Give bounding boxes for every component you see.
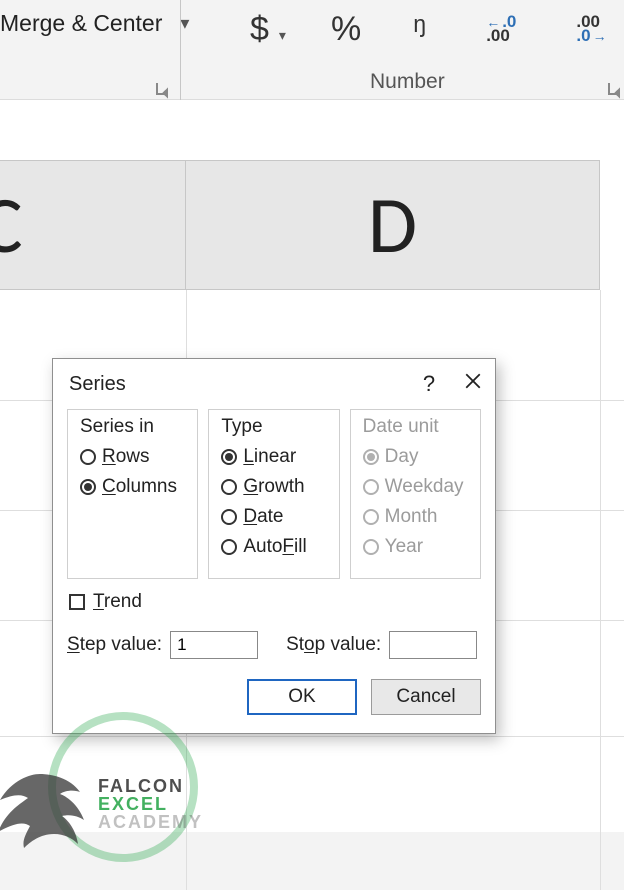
radio-growth[interactable]: Growth — [221, 476, 326, 498]
radio-icon — [221, 479, 237, 495]
radio-month: Month — [363, 506, 468, 528]
accounting-format-button[interactable]: $▾ — [250, 10, 286, 49]
dialog-title: Series — [69, 373, 407, 396]
radio-label: ows — [116, 446, 150, 467]
stop-value-input[interactable] — [389, 631, 477, 659]
radio-icon — [363, 479, 379, 495]
number-group: $▾ % ᵑ ←.0 .00 .00 .0→ — [180, 4, 624, 54]
step-value-label: Step value: — [67, 634, 162, 656]
radio-label: Day — [385, 446, 419, 468]
close-icon[interactable] — [451, 372, 495, 396]
wm-line1: FALCON — [98, 777, 203, 795]
radio-label: Year — [385, 536, 423, 558]
wm-line3: ACADEMY — [98, 813, 203, 831]
watermark: FALCON EXCEL ACADEMY — [0, 754, 203, 854]
stop-value-label: Stop value: — [286, 634, 381, 656]
radio-icon — [221, 539, 237, 555]
percent-style-button[interactable]: % — [331, 10, 361, 49]
radio-columns[interactable]: Columns — [80, 476, 185, 498]
decrease-decimal-button[interactable]: .00 .0→ — [576, 15, 606, 43]
dialog-titlebar: Series ? — [53, 359, 495, 409]
ribbon: Merge & Center ▾ $▾ % ᵑ ←.0 .00 .00 .0→ … — [0, 0, 624, 100]
radio-rows[interactable]: Rows — [80, 446, 185, 468]
group-legend: Date unit — [363, 416, 439, 438]
type-group: Type Linear Growth Date AutoFill — [208, 409, 339, 579]
radio-icon — [363, 509, 379, 525]
radio-weekday: Weekday — [363, 476, 468, 498]
step-value-input[interactable] — [170, 631, 258, 659]
date-unit-group: Date unit Day Weekday Month Year — [350, 409, 481, 579]
radio-year: Year — [363, 536, 468, 558]
help-button[interactable]: ? — [407, 371, 451, 397]
gridline — [600, 290, 601, 890]
number-dialog-launcher-icon[interactable] — [608, 83, 620, 95]
chevron-down-icon: ▾ — [279, 27, 286, 43]
checkbox-icon — [69, 594, 85, 610]
merge-center-button[interactable]: Merge & Center ▾ — [0, 10, 189, 37]
group-label-number: Number — [370, 70, 445, 94]
series-dialog: Series ? Series in Rows Columns — [52, 358, 496, 734]
radio-icon — [363, 449, 379, 465]
radio-autofill[interactable]: AutoFill — [221, 536, 326, 558]
group-legend: Type — [221, 416, 262, 438]
radio-label: Weekday — [385, 476, 464, 498]
radio-date[interactable]: Date — [221, 506, 326, 528]
column-header-d[interactable]: D — [186, 160, 600, 290]
radio-linear[interactable]: Linear — [221, 446, 326, 468]
radio-icon — [221, 509, 237, 525]
ok-button[interactable]: OK — [247, 679, 357, 715]
alignment-dialog-launcher-icon[interactable] — [156, 83, 168, 95]
wm-line2: EXCEL — [98, 795, 203, 813]
merge-center-label: Merge & Center — [0, 10, 162, 37]
radio-day: Day — [363, 446, 468, 468]
increase-decimal-button[interactable]: ←.0 .00 — [486, 15, 516, 43]
radio-icon — [363, 539, 379, 555]
trend-checkbox[interactable]: Trend — [69, 591, 481, 613]
radio-icon — [80, 449, 96, 465]
cancel-button[interactable]: Cancel — [371, 679, 481, 715]
group-legend: Series in — [80, 416, 154, 438]
comma-style-button[interactable]: ᵑ — [413, 10, 426, 49]
series-in-group: Series in Rows Columns — [67, 409, 198, 579]
eagle-icon — [0, 754, 90, 854]
radio-icon — [221, 449, 237, 465]
radio-label: Month — [385, 506, 438, 528]
column-header-c[interactable]: C — [0, 160, 186, 290]
radio-icon — [80, 479, 96, 495]
